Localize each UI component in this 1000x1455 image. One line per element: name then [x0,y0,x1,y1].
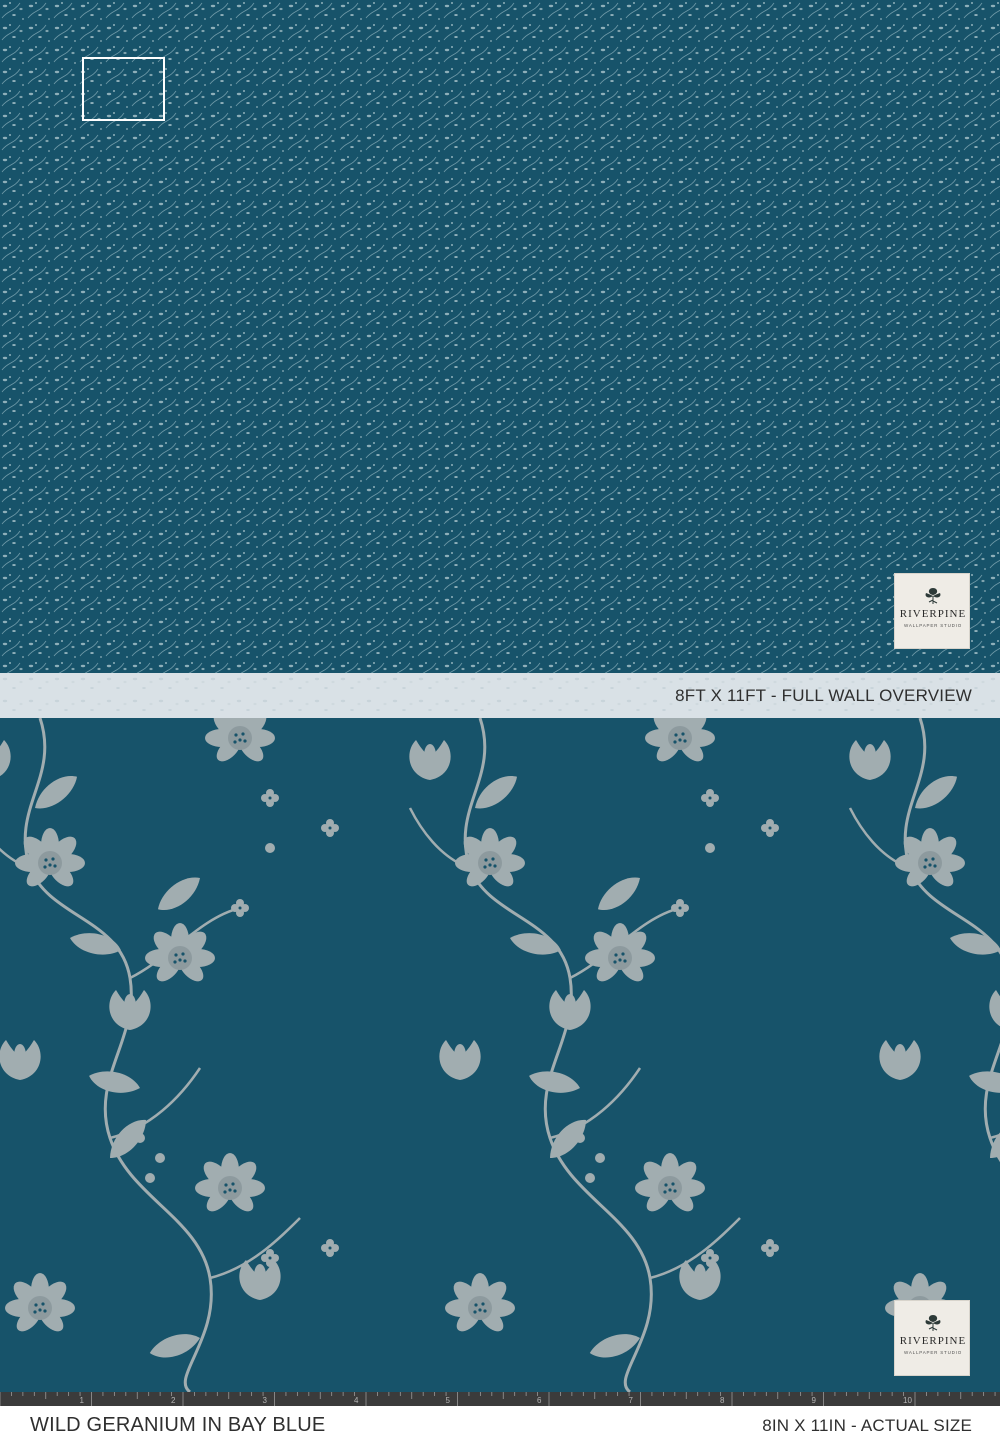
ruler-number: 2 [171,1396,176,1405]
ruler-number: 7 [629,1396,634,1405]
ruler-number: 1 [80,1396,85,1405]
actual-size-label: 8IN X 11IN - ACTUAL SIZE [762,1416,972,1435]
floral-detail-pattern [0,718,1000,1392]
ruler-number: 5 [446,1396,451,1405]
overview-caption-band: 8FT X 11FT - FULL WALL OVERVIEW [0,673,1000,718]
footer: WILD GERANIUM IN BAY BLUE 8IN X 11IN - A… [0,1406,1000,1455]
flower-logo-icon [925,1315,941,1331]
full-wall-overview-panel: RIVERPINE WALLPAPER STUDIO [0,0,1000,673]
flower-logo-icon [925,588,941,604]
pattern-name: WILD GERANIUM IN BAY BLUE [30,1414,326,1436]
ruler-number: 4 [354,1396,359,1405]
ruler-number: 10 [903,1396,912,1405]
actual-size-detail-panel: RIVERPINE WALLPAPER STUDIO [0,718,1000,1392]
ruler-number: 9 [812,1396,817,1405]
ruler-number: 6 [537,1396,542,1405]
riverpine-logo: RIVERPINE WALLPAPER STUDIO [894,1300,970,1376]
riverpine-logo: RIVERPINE WALLPAPER STUDIO [894,573,970,649]
ruler-number: 3 [263,1396,268,1405]
logo-subtitle: WALLPAPER STUDIO [903,1350,963,1355]
actual-size-indicator-frame [82,57,165,121]
inch-ruler: 1 2 3 4 5 6 7 8 9 10 [0,1392,1000,1406]
logo-name: RIVERPINE [899,1335,967,1347]
ruler-scale: 1 2 3 4 5 6 7 8 9 10 [0,1392,1000,1406]
logo-subtitle: WALLPAPER STUDIO [903,623,963,628]
overview-size-label: 8FT X 11FT - FULL WALL OVERVIEW [675,686,972,705]
ruler-number: 8 [720,1396,725,1405]
logo-name: RIVERPINE [899,608,967,620]
